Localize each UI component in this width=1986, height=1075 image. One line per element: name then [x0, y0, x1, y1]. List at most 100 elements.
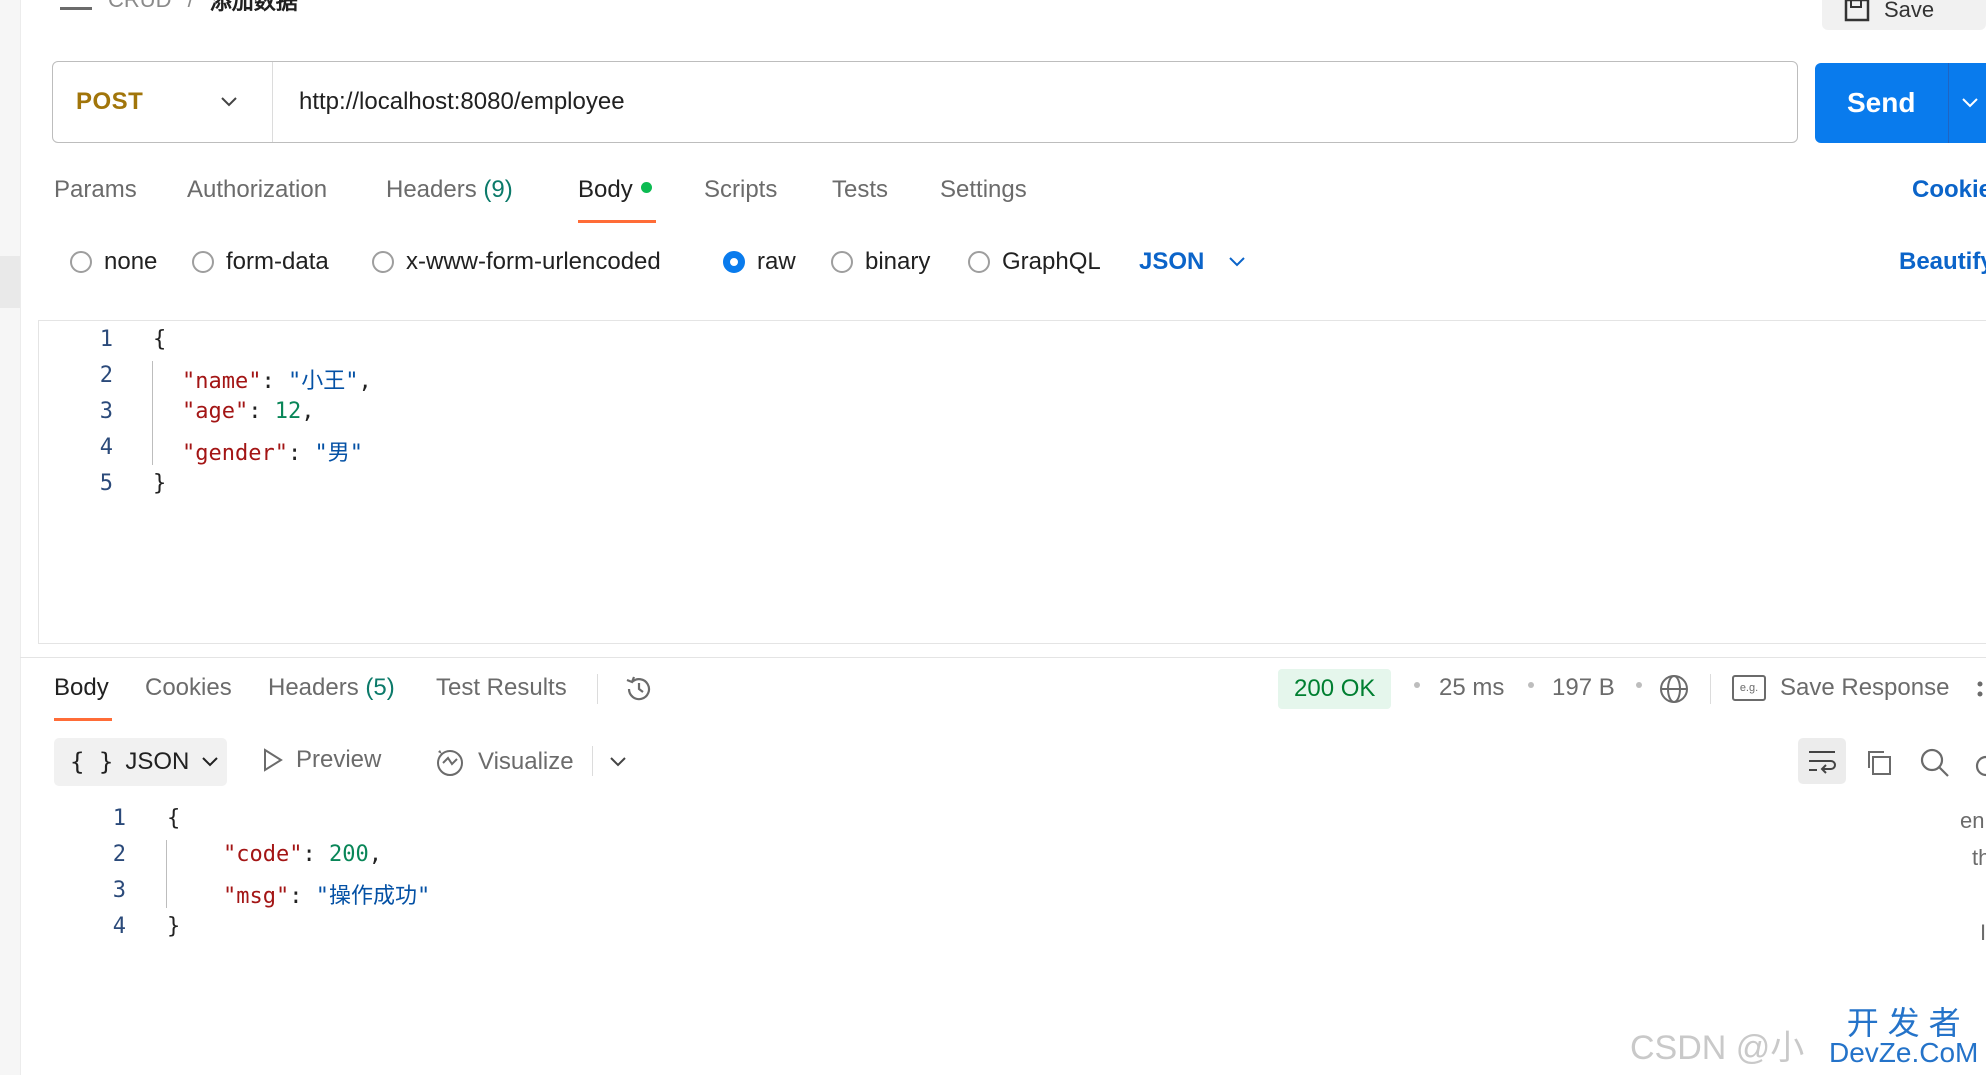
radio-circle	[372, 251, 394, 273]
radio-none-label: none	[104, 248, 158, 275]
response-tab-test-results[interactable]: Test Results	[436, 674, 567, 702]
json-string: "小王"	[287, 369, 359, 394]
copy-icon[interactable]	[1864, 748, 1894, 778]
history-icon[interactable]	[623, 673, 655, 705]
json-key: "gender"	[182, 441, 288, 466]
tab-body[interactable]: Body	[578, 176, 652, 204]
http-icon	[60, 0, 92, 10]
raw-format-select[interactable]: JSON	[1139, 248, 1246, 276]
send-button[interactable]: Send	[1815, 63, 1986, 143]
side-hint-text: en	[1960, 808, 1985, 833]
wrap-lines-button[interactable]	[1798, 738, 1846, 784]
response-body-viewer[interactable]: 1 2 3 4 { "code": 200, "msg": "操作成功" }	[0, 800, 1986, 960]
line-number: 3	[99, 399, 113, 424]
body-indicator-dot	[640, 182, 652, 194]
tab-settings[interactable]: Settings	[940, 176, 1027, 204]
chevron-down-icon[interactable]	[609, 756, 627, 768]
radio-graphql[interactable]: GraphQL	[968, 248, 1101, 276]
breadcrumb-request[interactable]: 添加数据	[210, 0, 298, 16]
globe-icon[interactable]	[1658, 673, 1690, 705]
more-options-icon[interactable]	[1975, 680, 1986, 700]
line-number: 5	[99, 471, 113, 496]
send-options-chevron-icon[interactable]	[1961, 97, 1979, 109]
tab-headers-label: Headers	[386, 176, 477, 203]
line-number: 4	[112, 914, 126, 939]
save-label: Save	[1884, 0, 1935, 22]
example-icon: e.g.	[1732, 675, 1766, 701]
code-open-brace: {	[153, 327, 167, 352]
radio-binary[interactable]: binary	[831, 248, 930, 276]
response-tab-body[interactable]: Body	[54, 674, 109, 702]
response-size[interactable]: 197 B	[1552, 674, 1615, 702]
save-response-button[interactable]: e.g. Save Response	[1732, 674, 1949, 702]
line-number: 3	[112, 878, 126, 903]
watermark-logo-line2: DevZe.CoM	[1829, 1037, 1979, 1068]
save-response-label: Save Response	[1780, 674, 1950, 701]
preview-button[interactable]: Preview	[262, 746, 381, 774]
radio-none[interactable]: none	[70, 248, 157, 276]
tab-tests[interactable]: Tests	[832, 176, 888, 204]
chevron-down-icon	[202, 757, 219, 767]
send-split-divider	[1948, 63, 1949, 143]
tab-headers[interactable]: Headers (9)	[386, 176, 513, 204]
pane-divider[interactable]	[20, 657, 1986, 658]
radio-binary-label: binary	[865, 248, 931, 275]
wrap-lines-icon	[1809, 751, 1836, 774]
sidebar-marker	[0, 256, 20, 308]
watermark-logo: 开 发 者 DevZe.CoM	[1829, 1007, 1979, 1068]
code-open-brace: {	[167, 806, 181, 831]
visualize-icon	[437, 750, 463, 776]
visualize-label: Visualize	[478, 748, 574, 775]
visualize-button[interactable]: Visualize	[434, 746, 574, 778]
code-close-brace: }	[153, 471, 167, 496]
request-body-editor[interactable]: 1 2 3 4 5 { "name": "小王", "age": 12, "ge…	[38, 320, 1986, 644]
response-format-select[interactable]: { } JSON	[54, 738, 227, 786]
response-time[interactable]: 25 ms	[1439, 674, 1504, 702]
braces-icon: { }	[70, 748, 114, 776]
method-label: POST	[76, 88, 144, 115]
json-key: "code"	[223, 842, 303, 867]
json-number: 12	[274, 399, 302, 424]
breadcrumb-separator: /	[188, 0, 194, 13]
radio-circle	[968, 251, 990, 273]
preview-label: Preview	[296, 746, 382, 773]
side-hint-text: I	[1980, 920, 1986, 945]
json-string: "操作成功"	[315, 884, 431, 909]
status-badge[interactable]: 200 OK	[1278, 669, 1392, 709]
radio-circle	[192, 251, 214, 273]
breadcrumb-collection[interactable]: CRUD	[108, 0, 172, 13]
radio-urlencoded[interactable]: x-www-form-urlencoded	[372, 248, 661, 276]
json-string: "男"	[314, 441, 363, 466]
side-hint-text: th	[1972, 845, 1986, 870]
radio-circle-selected	[723, 251, 745, 273]
line-number: 2	[99, 363, 113, 388]
response-tab-cookies[interactable]: Cookies	[145, 674, 232, 702]
radio-form-data-label: form-data	[226, 248, 329, 275]
beautify-button[interactable]: Beautify	[1899, 248, 1986, 276]
response-tab-headers-label: Headers	[268, 674, 359, 701]
radio-urlencoded-label: x-www-form-urlencoded	[406, 248, 661, 275]
link-icon[interactable]	[1973, 752, 1986, 778]
response-active-tab-underline	[54, 718, 112, 721]
radio-graphql-label: GraphQL	[1002, 248, 1101, 275]
json-number: 200	[328, 842, 369, 867]
code-close-brace: }	[167, 914, 181, 939]
method-select[interactable]: POST	[53, 62, 273, 142]
breadcrumb: CRUD / 添加数据	[60, 0, 298, 14]
cookies-link[interactable]: Cookie	[1912, 176, 1986, 204]
code-line: "name": "小王",	[182, 369, 372, 394]
line-number: 1	[99, 327, 113, 352]
radio-form-data[interactable]: form-data	[192, 248, 329, 276]
response-tab-headers[interactable]: Headers (5)	[268, 674, 395, 702]
code-line: "code": 200,	[223, 842, 382, 867]
chevron-down-icon	[1229, 257, 1246, 267]
url-input[interactable]: http://localhost:8080/employee	[273, 88, 625, 116]
save-button[interactable]: Save	[1822, 0, 1986, 30]
tab-scripts[interactable]: Scripts	[704, 176, 777, 204]
tab-params[interactable]: Params	[54, 176, 137, 204]
line-number: 2	[112, 842, 126, 867]
radio-raw[interactable]: raw	[723, 248, 796, 276]
meta-dot	[1528, 682, 1534, 688]
search-icon[interactable]	[1919, 747, 1951, 779]
tab-authorization[interactable]: Authorization	[187, 176, 327, 204]
